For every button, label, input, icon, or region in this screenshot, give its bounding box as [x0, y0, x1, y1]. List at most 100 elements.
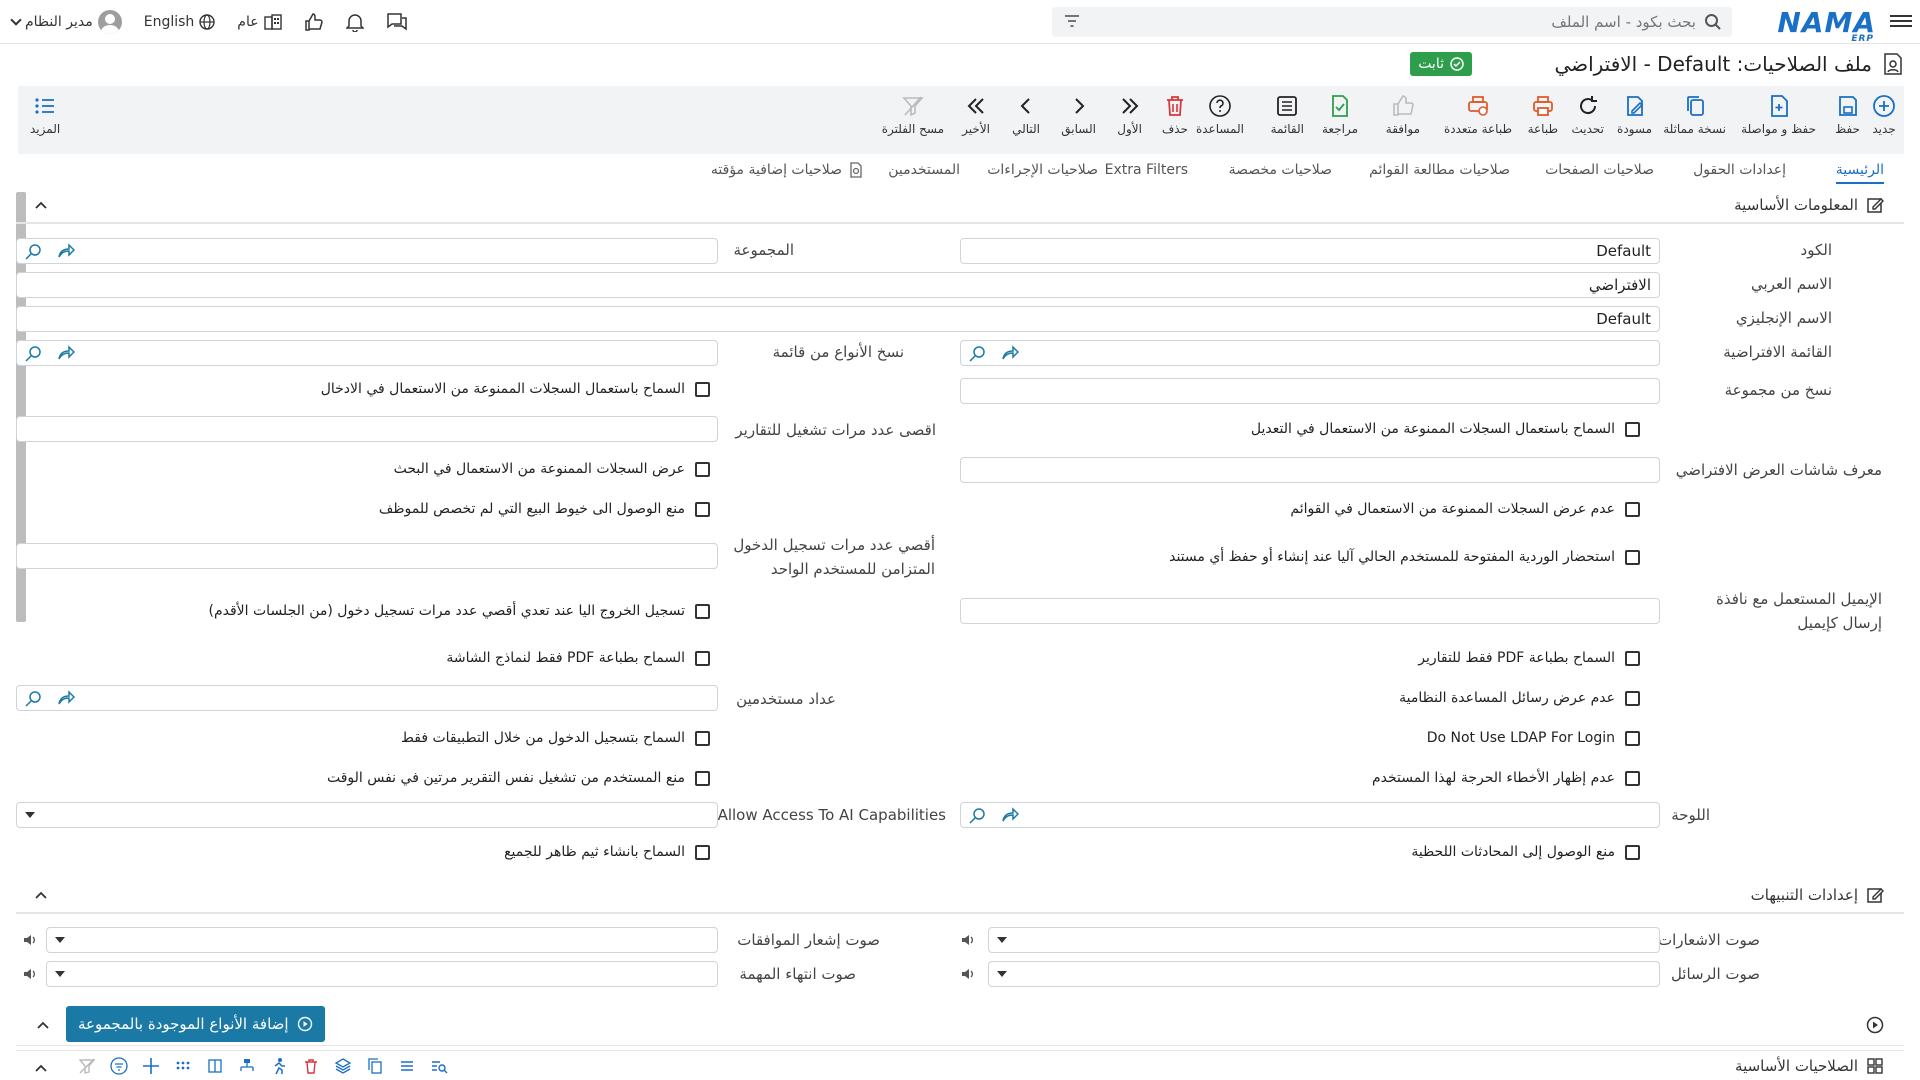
- play-circle-icon[interactable]: [1866, 1016, 1884, 1034]
- checkbox-box[interactable]: [1625, 770, 1640, 786]
- search-plus-icon[interactable]: [969, 807, 987, 825]
- notif-sound-select[interactable]: [988, 927, 1660, 953]
- speaker-icon[interactable]: [960, 966, 976, 982]
- copy-group-input[interactable]: [960, 378, 1660, 404]
- ai-capabilities-select[interactable]: [16, 802, 718, 828]
- clear-filter-icon[interactable]: [78, 1057, 96, 1075]
- search-plus-icon[interactable]: [25, 690, 43, 708]
- prev-button[interactable]: السابق: [1061, 94, 1096, 136]
- next-button[interactable]: التالي: [1012, 94, 1040, 136]
- copy-icon[interactable]: [366, 1057, 384, 1075]
- columns-icon[interactable]: [206, 1057, 224, 1075]
- tab-field-settings[interactable]: إعدادات الحقول: [1693, 162, 1786, 178]
- tab-temp-permissions[interactable]: صلاحيات إضافية مؤقته: [711, 162, 864, 178]
- task-end-sound-select[interactable]: [46, 961, 718, 987]
- public-theme-checkbox[interactable]: السماح بانشاء ثيم ظاهر للجميع: [504, 844, 710, 860]
- tab-page-permissions[interactable]: صلاحيات الصفحات: [1545, 162, 1654, 178]
- thumbs-up-icon[interactable]: [304, 13, 324, 31]
- section-basic-info[interactable]: المعلومات الأساسية: [16, 190, 1904, 224]
- filter-lines-icon[interactable]: [1064, 14, 1080, 28]
- scope-switch[interactable]: عام: [237, 14, 282, 30]
- clear-filter-button[interactable]: مسح الفلترة: [882, 94, 944, 136]
- multi-print-button[interactable]: طباعة متعددة: [1444, 94, 1512, 136]
- arabic-name-input[interactable]: الافتراضي: [16, 272, 1660, 298]
- network-icon[interactable]: [238, 1057, 256, 1075]
- speaker-icon[interactable]: [22, 966, 38, 982]
- checkbox-box[interactable]: [695, 770, 710, 786]
- block-chat-checkbox[interactable]: منع الوصول إلى المحادثات اللحظية: [1411, 844, 1640, 860]
- checkbox-box[interactable]: [1625, 501, 1640, 517]
- pdf-screens-checkbox[interactable]: السماح بطباعة PDF فقط لنماذج الشاشة: [446, 650, 710, 666]
- checkbox-box[interactable]: [1625, 650, 1640, 666]
- last-button[interactable]: الأخير: [962, 94, 990, 136]
- tab-users[interactable]: المستخدمين: [888, 162, 960, 178]
- fetch-shift-checkbox[interactable]: استحضار الوردية المفتوحة للمستخدم الحالي…: [1169, 549, 1640, 565]
- approvals-sound-select[interactable]: [46, 927, 718, 953]
- code-input[interactable]: Default: [960, 238, 1660, 264]
- review-button[interactable]: مراجعة: [1322, 94, 1358, 136]
- max-logins-input[interactable]: [16, 543, 718, 569]
- users-count-input[interactable]: [16, 685, 718, 711]
- hamburger-menu-icon[interactable]: [1890, 12, 1912, 30]
- checkbox-box[interactable]: [695, 844, 710, 860]
- search-plus-icon[interactable]: [25, 243, 43, 261]
- group-input[interactable]: [16, 238, 718, 264]
- allow-blocked-entry-checkbox[interactable]: السماح باستعمال السجلات الممنوعة من الاس…: [321, 381, 710, 397]
- speaker-icon[interactable]: [22, 932, 38, 948]
- checkbox-box[interactable]: [695, 501, 710, 517]
- checkbox-box[interactable]: [1625, 690, 1640, 706]
- print-button[interactable]: طباعة: [1528, 94, 1558, 136]
- chat-icon[interactable]: [386, 12, 408, 32]
- search-list-icon[interactable]: [430, 1057, 448, 1075]
- speaker-icon[interactable]: [960, 932, 976, 948]
- show-blocked-search-checkbox[interactable]: عرض السجلات الممنوعة من الاستعمال في الب…: [394, 461, 710, 477]
- tab-action-permissions[interactable]: صلاحيات الإجراءات: [987, 162, 1098, 178]
- tab-custom-permissions[interactable]: صلاحيات مخصصة: [1229, 162, 1332, 178]
- checkbox-box[interactable]: [1625, 549, 1640, 565]
- app-logo[interactable]: NAMA ERP: [1777, 6, 1876, 44]
- email-input[interactable]: [960, 598, 1660, 624]
- checkbox-box[interactable]: [695, 461, 710, 477]
- delete-button[interactable]: حذف: [1162, 94, 1188, 136]
- chevron-up-icon[interactable]: [36, 1020, 50, 1030]
- same-report-checkbox[interactable]: منع المستخدم من تشغيل نفس التقرير مرتين …: [327, 770, 710, 786]
- block-sales-lines-checkbox[interactable]: منع الوصول الى خيوط البيع التي لم تخصص ل…: [379, 501, 710, 517]
- dots-grid-icon[interactable]: [174, 1057, 192, 1075]
- share-icon[interactable]: [57, 345, 75, 361]
- search-plus-icon[interactable]: [25, 345, 43, 363]
- add-group-types-button[interactable]: إضافة الأنواع الموجودة بالمجموعة: [66, 1006, 325, 1042]
- layers-icon[interactable]: [334, 1057, 352, 1075]
- refresh-button[interactable]: تحديث: [1571, 94, 1604, 136]
- messages-sound-select[interactable]: [988, 961, 1660, 987]
- trash-icon[interactable]: [302, 1057, 320, 1075]
- list-button[interactable]: القائمة: [1271, 94, 1304, 136]
- pdf-reports-checkbox[interactable]: السماح بطباعة PDF فقط للتقارير: [1418, 650, 1640, 666]
- apps-login-checkbox[interactable]: السماح بتسجيل الدخول من خلال التطبيقات ف…: [401, 730, 710, 746]
- allow-blocked-edit-checkbox[interactable]: السماح باستعمال السجلات الممنوعة من الاس…: [1251, 421, 1640, 437]
- approve-button[interactable]: موافقة: [1386, 94, 1420, 136]
- checkbox-box[interactable]: [1625, 844, 1640, 860]
- auto-logout-checkbox[interactable]: تسجيل الخروج اليا عند تعدي أقصي عدد مرات…: [209, 603, 710, 619]
- first-button[interactable]: الأول: [1117, 94, 1142, 136]
- share-icon[interactable]: [57, 243, 75, 259]
- checkbox-box[interactable]: [695, 650, 710, 666]
- tab-extra-filters[interactable]: Extra Filters: [1105, 162, 1188, 178]
- section-alert-settings[interactable]: إعدادات التنبيهات: [16, 880, 1904, 914]
- share-icon[interactable]: [1001, 345, 1019, 361]
- english-name-input[interactable]: Default: [16, 306, 1660, 332]
- search-plus-icon[interactable]: [969, 345, 987, 363]
- hide-blocked-lists-checkbox[interactable]: عدم عرض السجلات الممنوعة من الاستعمال في…: [1290, 501, 1640, 517]
- checkbox-box[interactable]: [1625, 421, 1640, 437]
- help-button[interactable]: المساعدة: [1196, 94, 1244, 136]
- draft-button[interactable]: مسودة: [1617, 94, 1652, 136]
- max-reports-input[interactable]: [16, 416, 718, 442]
- checkbox-box[interactable]: [695, 381, 710, 397]
- share-icon[interactable]: [57, 690, 75, 706]
- duplicate-button[interactable]: نسخة مماثلة: [1663, 94, 1726, 136]
- move-icon[interactable]: [142, 1057, 160, 1075]
- more-button[interactable]: المزيد: [30, 94, 60, 136]
- search-icon[interactable]: [1704, 13, 1722, 31]
- save-button[interactable]: حفظ: [1835, 94, 1860, 136]
- chevron-up-icon[interactable]: [34, 890, 48, 900]
- save-continue-button[interactable]: حفظ و مواصلة: [1741, 94, 1816, 136]
